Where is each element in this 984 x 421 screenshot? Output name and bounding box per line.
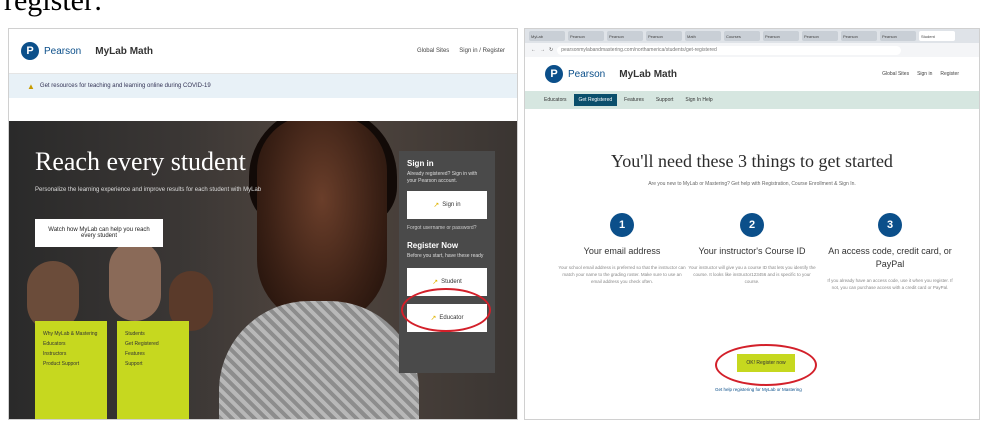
reload-icon[interactable]: ↻ [549, 47, 553, 53]
alert-text: Get resources for teaching and learning … [39, 83, 211, 89]
page-title: You'll need these 3 things to get starte… [611, 151, 893, 171]
pearson-logo-icon[interactable]: P [545, 65, 563, 83]
box-link[interactable]: Features [125, 349, 181, 359]
brand-name: Pearson [44, 45, 82, 57]
page-heading: register: [4, 0, 103, 17]
step-email: 1 Your email address Your school email a… [557, 213, 687, 285]
nav-educators[interactable]: Educators [539, 94, 572, 106]
left-screenshot: P Pearson MyLab Math Global Sites Sign i… [8, 28, 518, 420]
step-description: Your instructor will give you a course I… [688, 265, 816, 284]
browser-tab[interactable]: Math [685, 31, 721, 41]
brand-name: Pearson [568, 68, 606, 80]
hero-photo-face [257, 121, 387, 325]
nav-sign-in-help[interactable]: Sign In Help [680, 94, 717, 106]
highlight-circle [715, 344, 817, 386]
educators-box: Why MyLab & Mastering Educators Instruct… [35, 321, 107, 419]
step-description: Your school email address is preferred s… [558, 265, 686, 284]
pearson-logo-icon[interactable]: P [21, 42, 39, 60]
sign-in-link[interactable]: Sign in [917, 71, 932, 77]
browser-tab[interactable]: Pearson [880, 31, 916, 41]
browser-tab[interactable]: Pearson [841, 31, 877, 41]
pearson-header: P Pearson MyLab Math Global Sites Sign i… [9, 29, 517, 74]
box-link[interactable]: Educators [43, 339, 99, 349]
forward-arrow-icon[interactable]: → [540, 47, 545, 53]
url-field[interactable]: pearsonmylabandmastering.com/northameric… [557, 45, 902, 55]
step-title: An access code, credit card, or PayPal [828, 246, 952, 269]
step-number-badge: 3 [878, 213, 902, 237]
hero-title: Reach every student [35, 147, 246, 176]
box-link[interactable]: Support [125, 359, 181, 369]
step-title: Your email address [583, 246, 661, 256]
sign-in-button[interactable]: ↗ Sign in [407, 191, 487, 219]
box-link[interactable]: Why MyLab & Mastering [43, 329, 99, 339]
browser-tab[interactable]: Pearson [646, 31, 682, 41]
browser-tab[interactable]: Pearson [568, 31, 604, 41]
hero-subtitle: Personalize the learning experience and … [35, 187, 262, 193]
student-photo [109, 241, 161, 321]
watch-video-button[interactable]: Watch how MyLab can help you reach every… [35, 219, 163, 247]
sign-in-button-label: Sign in [442, 202, 461, 208]
covid-alert-banner[interactable]: ▲ Get resources for teaching and learnin… [9, 74, 517, 98]
step-number-badge: 2 [740, 213, 764, 237]
browser-tab[interactable]: Pearson [802, 31, 838, 41]
highlight-circle [401, 288, 491, 332]
global-sites-link[interactable]: Global Sites [417, 48, 449, 54]
nav-features[interactable]: Features [619, 94, 649, 106]
browser-tab[interactable]: Pearson [763, 31, 799, 41]
step-payment: 3 An access code, credit card, or PayPal… [825, 213, 955, 291]
register-text: Before you start, have these ready [407, 253, 484, 259]
browser-tab-bar: MyLab Pearson Pearson Pearson Math Cours… [525, 29, 979, 43]
step-description: If you already have an access code, use … [827, 278, 953, 290]
browser-tab[interactable]: Courses [724, 31, 760, 41]
site-nav: Educators Get Registered Features Suppor… [525, 91, 979, 109]
student-button-label: Student [441, 279, 462, 285]
arrow-icon: ↗ [432, 279, 439, 286]
box-link[interactable]: Get Registered [125, 339, 181, 349]
page-subtitle: Are you new to MyLab or Mastering? Get h… [648, 181, 856, 187]
warning-icon: ▲ [27, 81, 35, 91]
browser-tab[interactable]: Pearson [607, 31, 643, 41]
forgot-password-link[interactable]: Forgot username or password? [407, 225, 487, 231]
students-box: Students Get Registered Features Support [117, 321, 189, 419]
step-title: Your instructor's Course ID [698, 246, 806, 256]
browser-tab-active[interactable]: Student [919, 31, 955, 41]
nav-support[interactable]: Support [651, 94, 679, 106]
product-name: MyLab Math [619, 68, 678, 80]
box-link[interactable]: Students [125, 329, 181, 339]
right-screenshot: MyLab Pearson Pearson Pearson Math Cours… [524, 28, 980, 420]
step-course-id: 2 Your instructor's Course ID Your instr… [687, 213, 817, 285]
product-name: MyLab Math [95, 45, 154, 57]
nav-get-registered[interactable]: Get Registered [573, 94, 618, 106]
hero-section: Reach every student Personalize the lear… [9, 121, 517, 419]
browser-tab[interactable]: MyLab [529, 31, 565, 41]
box-link[interactable]: Instructors [43, 349, 99, 359]
step-number-badge: 1 [610, 213, 634, 237]
sign-in-text: Already registered? Sign in with your Pe… [407, 171, 478, 184]
register-title: Register Now [407, 241, 459, 250]
sign-in-panel: Sign in Already registered? Sign in with… [399, 151, 495, 373]
registration-help-link[interactable]: Get help registering for MyLab or Master… [715, 387, 802, 392]
global-sites-link[interactable]: Global Sites [882, 71, 909, 77]
address-bar: ← → ↻ pearsonmylabandmastering.com/north… [525, 43, 979, 57]
back-arrow-icon[interactable]: ← [531, 47, 536, 53]
register-link[interactable]: Register [940, 71, 959, 77]
sign-in-title: Sign in [407, 159, 434, 168]
sign-in-register-link[interactable]: Sign in / Register [459, 48, 505, 54]
box-link[interactable]: Product Support [43, 359, 99, 369]
pearson-header: P Pearson MyLab Math Global Sites Sign i… [525, 57, 979, 91]
hero-photo-shirt [219, 301, 419, 419]
arrow-icon: ↗ [433, 202, 440, 209]
